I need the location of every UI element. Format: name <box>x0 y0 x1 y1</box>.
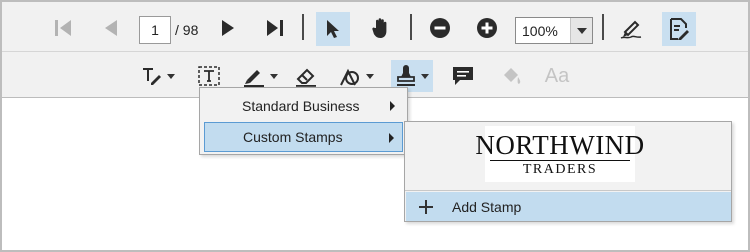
chevron-right-icon <box>390 101 395 111</box>
page-total-label: / 98 <box>175 22 199 38</box>
toolbar-separator <box>410 14 412 40</box>
stamp-rule <box>490 160 630 161</box>
text-markup-tool[interactable] <box>138 60 178 92</box>
zoom-out-icon[interactable] <box>428 12 452 44</box>
plus-icon <box>406 199 446 215</box>
menu-item-standard-business[interactable]: Standard Business <box>204 91 403 121</box>
select-tool-icon[interactable] <box>316 12 350 46</box>
chevron-down-icon <box>421 73 429 79</box>
zoom-select[interactable]: 100% <box>515 17 593 44</box>
last-page-icon[interactable] <box>262 12 288 44</box>
stamp-title: NORTHWIND <box>475 130 645 160</box>
navigation-toolbar: 1 / 98 100% <box>2 2 748 52</box>
menu-item-custom-stamps[interactable]: Custom Stamps <box>204 122 403 152</box>
previous-page-icon[interactable] <box>98 12 124 44</box>
annotate-document-icon[interactable] <box>662 12 696 46</box>
add-stamp-button[interactable]: Add Stamp <box>406 192 731 221</box>
fill-color-icon <box>498 60 524 92</box>
chevron-down-icon <box>167 73 175 79</box>
add-stamp-label: Add Stamp <box>452 198 522 215</box>
comment-icon[interactable] <box>450 60 476 92</box>
next-page-icon[interactable] <box>215 12 241 44</box>
menu-divider <box>405 190 731 191</box>
first-page-icon[interactable] <box>50 12 76 44</box>
stamp-subtitle: TRADERS <box>522 162 598 177</box>
font-settings-label: Aa <box>544 64 570 87</box>
custom-stamps-submenu: NORTHWIND TRADERS Add Stamp <box>404 121 732 222</box>
chevron-right-icon <box>389 133 394 143</box>
menu-item-label: Standard Business <box>242 98 360 114</box>
menu-item-label: Custom Stamps <box>243 129 343 145</box>
chevron-down-icon <box>270 73 278 79</box>
page-number-input[interactable]: 1 <box>139 16 171 44</box>
zoom-value: 100% <box>522 22 558 39</box>
toolbar-separator <box>602 14 604 40</box>
document-viewer: 1 / 98 100% Aa Standard Business Custom … <box>0 0 750 252</box>
toolbar-separator <box>302 14 304 40</box>
signature-icon[interactable] <box>618 12 648 44</box>
stamp-menu: Standard Business Custom Stamps <box>199 87 408 155</box>
chevron-down-icon[interactable] <box>570 18 592 43</box>
pan-tool-icon[interactable] <box>366 12 396 44</box>
northwind-stamp[interactable]: NORTHWIND TRADERS <box>475 126 644 182</box>
chevron-down-icon <box>366 73 374 79</box>
zoom-in-icon[interactable] <box>475 12 499 44</box>
